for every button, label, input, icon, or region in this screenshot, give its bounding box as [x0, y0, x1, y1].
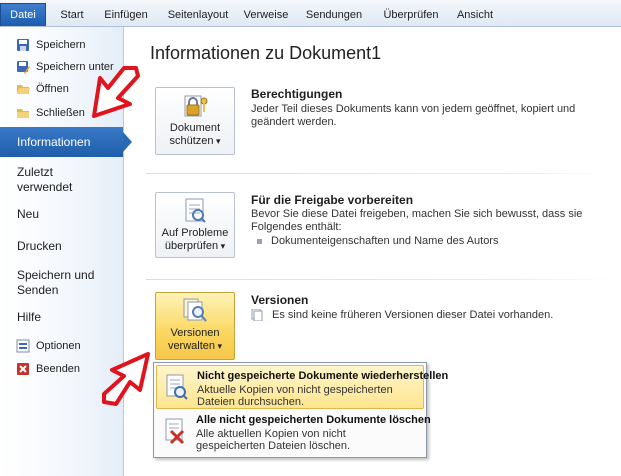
- bullet-icon: [257, 238, 262, 244]
- manage-versions-button[interactable]: Versionen verwalten: [155, 292, 235, 360]
- prepare-bullet: Dokumenteigenschaften und Name des Autor…: [257, 235, 498, 247]
- open-folder-icon: [16, 82, 30, 96]
- versions-heading: Versionen: [251, 293, 309, 307]
- check-for-issues-button[interactable]: Auf Probleme überprüfen: [155, 192, 235, 258]
- tab-einfuegen[interactable]: Einfügen: [98, 4, 154, 26]
- section-divider: [146, 173, 614, 174]
- nav-label: Öffnen: [36, 83, 69, 95]
- protect-document-button[interactable]: Dokument schützen: [155, 87, 235, 155]
- delete-unsaved-desc: Alle aktuellen Kopien von nicht gespeich…: [196, 428, 351, 452]
- tab-seitenlayout[interactable]: Seitenlayout: [163, 4, 233, 26]
- nav-item-zuletzt-verwendet[interactable]: Zuletzt verwendet: [0, 165, 110, 195]
- nav-label: Speichern: [36, 39, 86, 51]
- close-folder-icon: [16, 106, 30, 120]
- tab-ueberpruefen[interactable]: Überprüfen: [376, 4, 446, 26]
- checklist-icon: [180, 197, 210, 225]
- permissions-text: Jeder Teil dieses Dokuments kann von jed…: [251, 103, 576, 128]
- tab-datei[interactable]: Datei: [0, 3, 46, 26]
- recover-unsaved-documents-item[interactable]: Nicht gespeicherte Dokumente wiederherst…: [156, 365, 448, 409]
- tab-sendungen[interactable]: Sendungen: [302, 4, 366, 26]
- recover-unsaved-desc: Aktuelle Kopien von nicht gespeicherten …: [197, 384, 393, 408]
- permissions-heading: Berechtigungen: [251, 87, 343, 101]
- tab-start[interactable]: Start: [55, 4, 89, 26]
- check-for-issues-label: Auf Probleme überprüfen: [157, 227, 233, 253]
- versions-icon: [180, 297, 210, 325]
- protect-document-label: Dokument schützen: [165, 122, 225, 148]
- nav-item-hilfe[interactable]: Hilfe: [0, 310, 123, 325]
- manage-versions-label: Versionen verwalten: [162, 327, 228, 353]
- save-as-icon: [16, 60, 30, 74]
- prepare-bullet-text: Dokumenteigenschaften und Name des Autor…: [271, 235, 499, 247]
- save-icon: [16, 38, 30, 52]
- recover-document-icon: [163, 372, 189, 402]
- tab-verweise[interactable]: Verweise: [240, 4, 292, 26]
- annotation-arrow-top: [92, 66, 140, 118]
- document-versions-icon: [251, 308, 263, 322]
- delete-unsaved-documents-item[interactable]: Alle nicht gespeicherten Dokumente lösch…: [156, 410, 431, 454]
- nav-label: Schließen: [36, 107, 85, 119]
- nav-item-drucken[interactable]: Drucken: [0, 239, 123, 254]
- delete-unsaved-title: Alle nicht gespeicherten Dokumente lösch…: [196, 414, 431, 426]
- lock-keys-icon: [180, 92, 210, 120]
- nav-label: Optionen: [36, 340, 81, 352]
- ribbon-tab-strip: Datei Start Einfügen Seitenlayout Verwei…: [0, 0, 621, 27]
- prepare-heading: Für die Freigabe vorbereiten: [251, 193, 414, 207]
- delete-document-icon: [162, 416, 188, 446]
- versions-text: Es sind keine früheren Versionen dieser …: [272, 309, 554, 321]
- nav-label: Beenden: [36, 363, 81, 375]
- exit-icon: [16, 362, 30, 376]
- annotation-arrow-bottom: [102, 352, 150, 406]
- page-title: Informationen zu Dokument1: [150, 43, 382, 63]
- nav-item-speichern[interactable]: Speichern: [0, 34, 123, 56]
- recover-unsaved-title: Nicht gespeicherte Dokumente wiederherst…: [197, 370, 449, 382]
- manage-versions-menu: Nicht gespeicherte Dokumente wiederherst…: [153, 362, 448, 458]
- section-divider: [146, 279, 614, 280]
- tab-ansicht[interactable]: Ansicht: [452, 4, 498, 26]
- prepare-text: Bevor Sie diese Datei freigeben, machen …: [251, 208, 583, 233]
- options-icon: [16, 339, 30, 353]
- nav-item-speichern-und-senden[interactable]: Speichern und Senden: [0, 268, 100, 298]
- nav-item-neu[interactable]: Neu: [0, 207, 123, 222]
- nav-item-informationen[interactable]: Informationen: [0, 127, 132, 157]
